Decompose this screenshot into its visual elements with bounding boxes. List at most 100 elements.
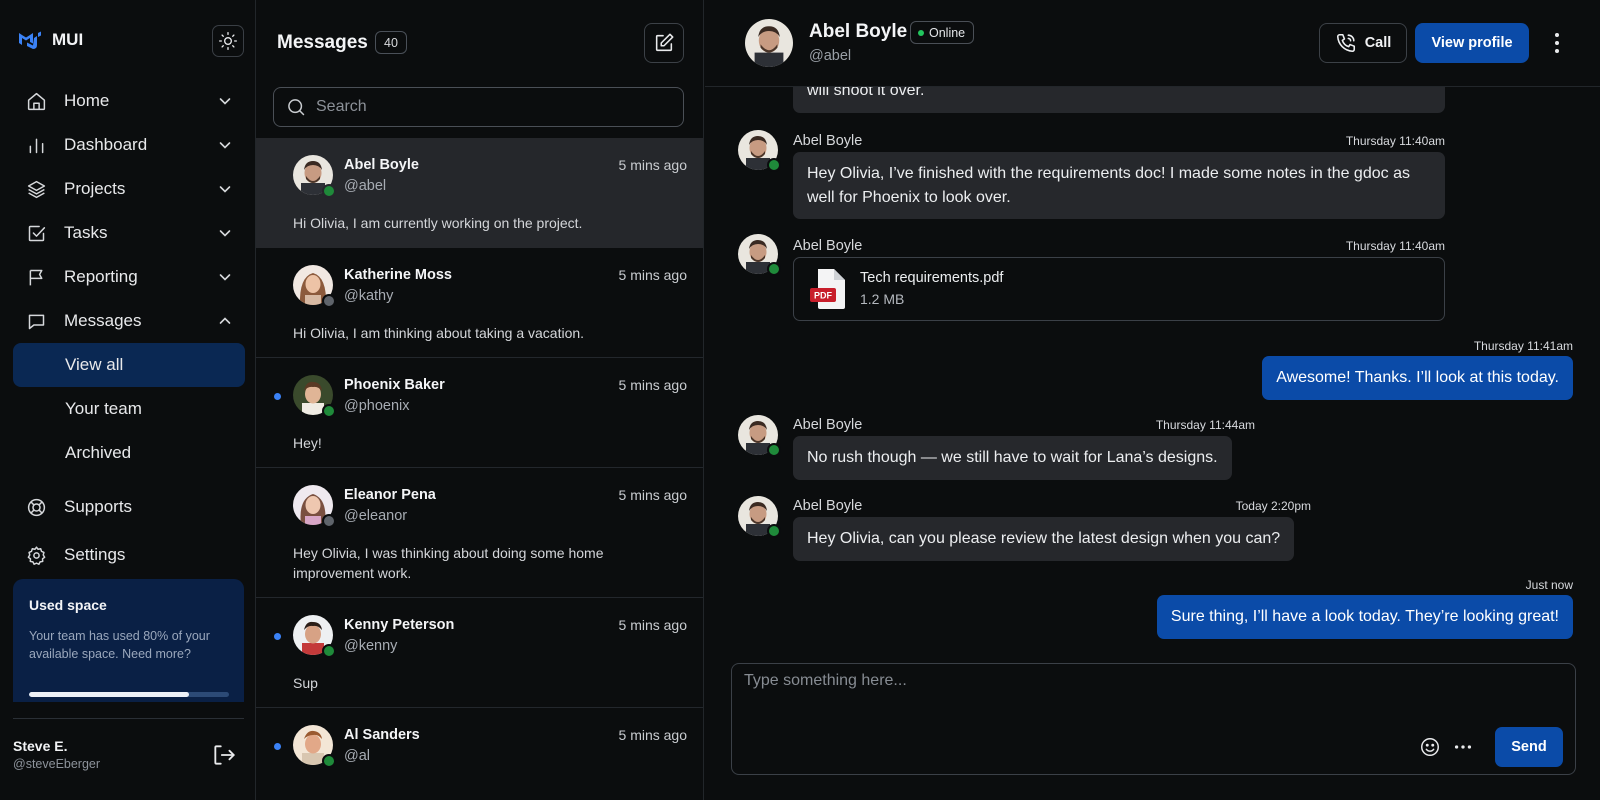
message-time: Today 2:20pm [1235, 499, 1311, 513]
message-thread: will shoot it over. Abel Boyle Thursday … [705, 87, 1600, 647]
sidebar-divider [13, 718, 244, 719]
compose-button[interactable] [644, 23, 684, 63]
message-text: will shoot it over. [807, 87, 925, 99]
theme-toggle-button[interactable] [212, 25, 244, 57]
sidebar-item-reporting[interactable]: Reporting [13, 255, 245, 299]
message-bubble: Hey Olivia, can you please review the la… [793, 517, 1295, 561]
file-attachment[interactable]: PDF Tech requirements.pdf 1.2 MB [793, 257, 1445, 321]
flag-icon [25, 266, 47, 288]
message-text: Hey Olivia, I’ve finished with the requi… [807, 165, 1410, 206]
call-button[interactable]: Call [1319, 23, 1407, 63]
logout-icon[interactable] [211, 742, 237, 768]
message-time: Thursday 11:40am [1345, 134, 1445, 148]
sidebar-item-home[interactable]: Home [13, 79, 245, 123]
online-indicator [322, 184, 336, 198]
conversation-handle: @kenny [344, 638, 398, 654]
conversation-preview: Hey Olivia, I was thinking about doing s… [293, 545, 604, 581]
chat-panel: Abel Boyle Online @abel Call View profil… [705, 0, 1600, 800]
user-handle: @steveEberger [13, 757, 101, 771]
message-time: Thursday 11:40am [1345, 239, 1445, 253]
online-indicator [767, 443, 781, 457]
emoji-icon[interactable] [1419, 736, 1441, 758]
contact-avatar [745, 19, 793, 67]
used-space-progress-fill [29, 692, 189, 697]
conversation-list-panel: Messages 40 Abel Boyle @abel 5 mins ago … [256, 0, 704, 800]
unread-dot [274, 633, 281, 640]
brand[interactable]: MUI [18, 28, 83, 52]
status-badge: Online [910, 21, 975, 44]
conversation-item-katherine[interactable]: Katherine Moss @kathy 5 mins ago Hi Oliv… [256, 248, 703, 358]
search-icon [288, 99, 305, 116]
bar-chart-icon [25, 134, 47, 156]
message-sender: Abel Boyle [793, 417, 863, 433]
message-input[interactable] [744, 672, 1564, 722]
contact-handle: @abel [809, 48, 852, 64]
sidebar-item-dashboard[interactable]: Dashboard [13, 123, 245, 167]
sidebar-item-supports[interactable]: Supports [13, 483, 245, 531]
contact-name: Abel Boyle [809, 21, 908, 42]
avatar [293, 375, 336, 418]
online-indicator [767, 262, 781, 276]
sidebar-item-label: Reporting [64, 267, 138, 286]
conversation-list: Abel Boyle @abel 5 mins ago Hi Olivia, I… [256, 138, 703, 800]
view-profile-button[interactable]: View profile [1415, 23, 1529, 63]
search-input[interactable] [316, 98, 666, 116]
conversation-item-kenny[interactable]: Kenny Peterson @kenny 5 mins ago Sup [256, 598, 703, 708]
conversation-time: 5 mins ago [618, 487, 687, 503]
mui-logo-icon [19, 31, 41, 49]
sidebar-item-label: Home [64, 91, 110, 110]
sidebar-item-tasks[interactable]: Tasks [13, 211, 245, 255]
status-label: Online [929, 25, 966, 40]
conversation-handle: @kathy [344, 288, 394, 304]
unread-dot [274, 743, 281, 750]
message-time: Thursday 11:44am [1155, 418, 1255, 432]
more-vertical-icon[interactable] [1545, 30, 1569, 56]
messages-count-badge: 40 [375, 31, 407, 54]
conversation-item-al[interactable]: Al Sanders @al 5 mins ago [256, 708, 703, 800]
message-bubble: No rush though — we still have to wait f… [793, 436, 1232, 480]
message-composer: Send [731, 663, 1576, 775]
sun-icon [219, 31, 237, 50]
chevron-down-icon [219, 274, 231, 281]
outgoing-message-bubble: Awesome! Thanks. I’ll look at this today… [1262, 356, 1573, 400]
conversation-item-phoenix[interactable]: Phoenix Baker @phoenix 5 mins ago Hey! [256, 358, 703, 468]
send-button[interactable]: Send [1495, 727, 1563, 767]
messages-title: Messages [277, 32, 368, 53]
conversation-item-abel[interactable]: Abel Boyle @abel 5 mins ago Hi Olivia, I… [256, 138, 703, 248]
used-space-progress [29, 692, 229, 697]
message-text: No rush though — we still have to wait f… [807, 449, 1218, 466]
avatar [293, 485, 336, 528]
life-buoy-icon [25, 496, 47, 518]
conversation-item-eleanor[interactable]: Eleanor Pena @eleanor 5 mins ago Hey Oli… [256, 468, 703, 598]
message-bubble: Hey Olivia, I’ve finished with the requi… [793, 152, 1445, 219]
sidebar-item-projects[interactable]: Projects [13, 167, 245, 211]
avatar [293, 615, 336, 658]
check-square-icon [25, 222, 47, 244]
search-box[interactable] [273, 87, 684, 127]
conversation-preview: Sup [293, 675, 318, 691]
sidebar-item-label: Messages [64, 311, 142, 330]
sidebar-item-label: Projects [64, 179, 126, 198]
conversation-time: 5 mins ago [618, 617, 687, 633]
conversation-handle: @eleanor [344, 508, 408, 524]
conversation-time: 5 mins ago [618, 727, 687, 743]
message-text: Awesome! Thanks. I’ll look at this today… [1276, 369, 1559, 386]
more-horizontal-icon[interactable] [1452, 736, 1474, 758]
sidebar-subitem-archived[interactable]: Archived [13, 431, 245, 475]
used-space-title: Used space [29, 597, 107, 613]
sidebar-subitem-your-team[interactable]: Your team [13, 387, 245, 431]
sidebar-item-settings[interactable]: Settings [13, 531, 245, 579]
sidebar-item-label: Supports [64, 497, 133, 516]
chevron-down-icon [219, 230, 231, 237]
conversation-preview: Hi Olivia, I am currently working on the… [293, 215, 583, 231]
message-sender: Abel Boyle [793, 238, 863, 254]
sidebar-subitem-view-all[interactable]: View all [13, 343, 245, 387]
message-sender: Abel Boyle [793, 133, 863, 149]
offline-indicator [322, 294, 336, 308]
file-size: 1.2 MB [860, 291, 905, 307]
sidebar-item-messages[interactable]: Messages [13, 299, 245, 343]
call-label: Call [1364, 35, 1392, 51]
file-name: Tech requirements.pdf [860, 270, 1004, 286]
message-text: Hey Olivia, can you please review the la… [807, 530, 1281, 547]
